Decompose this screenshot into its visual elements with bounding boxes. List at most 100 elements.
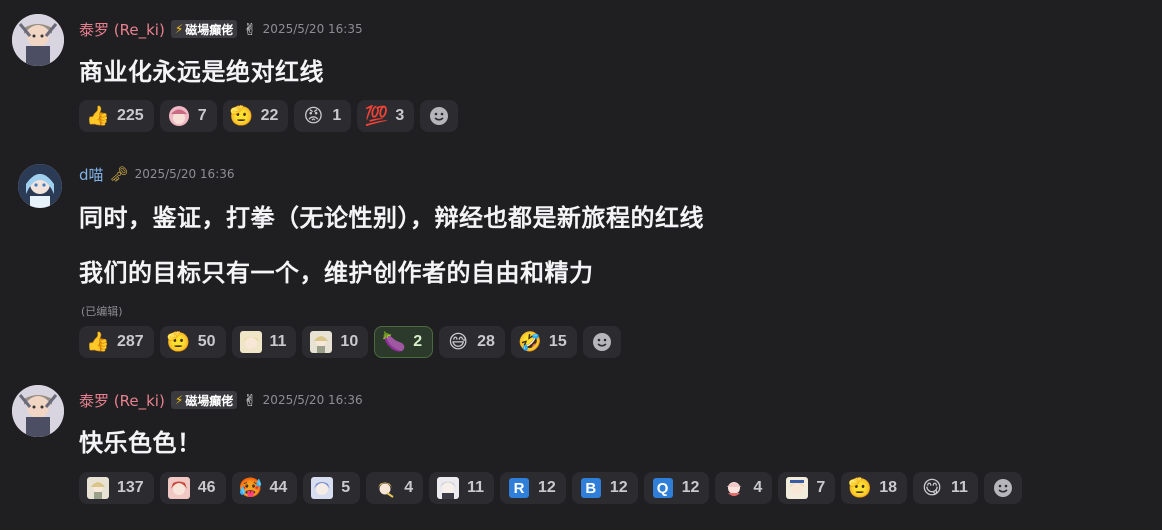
thumbs-up-icon: 👍	[86, 104, 110, 127]
reaction-saluting-face[interactable]: 🫡 50	[159, 326, 226, 358]
reaction-count: 12	[681, 479, 700, 496]
letter-r-tile: R	[509, 478, 530, 498]
reaction-count: 10	[340, 333, 359, 350]
grinning-sweat-icon: 😅	[448, 330, 469, 353]
reaction-custom-blonde-character[interactable]: 4	[366, 472, 424, 504]
reaction-count: 3	[395, 107, 405, 124]
reaction-count: 7	[816, 479, 826, 496]
message-text: 商业化永远是绝对红线	[79, 58, 324, 86]
custom-emoji-blonde-character-icon	[786, 477, 809, 499]
letter-b-tile: B	[580, 478, 601, 498]
yum-face-icon: 😋	[922, 476, 942, 499]
hand-icon: ✌	[243, 390, 257, 410]
reaction-count: 44	[269, 479, 288, 496]
reaction-custom-chibi-character[interactable]: 137	[79, 472, 154, 504]
reaction-custom-white-character[interactable]: 11	[429, 472, 495, 504]
avatar[interactable]	[12, 385, 64, 437]
reaction-count: 5	[341, 479, 351, 496]
reaction-count: 287	[117, 333, 144, 350]
reaction-rolling-laughing[interactable]: 🤣 15	[510, 326, 577, 358]
reaction-saluting-face[interactable]: 🫡 18	[841, 472, 908, 504]
custom-emoji-blonde-character-icon	[374, 477, 397, 499]
reaction-custom-blonde-character[interactable]: 7	[778, 472, 836, 504]
username[interactable]: d喵	[79, 164, 104, 185]
reaction-custom-red-character[interactable]: 46	[159, 472, 226, 504]
timestamp: 2025/5/20 16:36	[134, 167, 235, 181]
eggplant-icon: 🍆	[382, 330, 407, 353]
add-reaction-button[interactable]	[983, 472, 1022, 504]
reaction-letter-b[interactable]: B 12	[571, 472, 638, 504]
message-text: 快乐色色！	[79, 429, 202, 457]
lightning-icon: ⚡	[174, 22, 184, 36]
letter-r-icon: R	[508, 477, 530, 499]
message-header: 泰罗 (Re_ki) ⚡ 磁場癲佬 ✌ 2025/5/20 16:36	[79, 389, 363, 411]
reaction-count: 1	[332, 107, 342, 124]
smiley-add-icon	[992, 477, 1014, 499]
reaction-count: 28	[477, 333, 495, 350]
reaction-count: 4	[753, 479, 763, 496]
user-badge: ⚡ 磁場癲佬	[170, 391, 238, 409]
reaction-count: 2	[413, 333, 423, 350]
letter-b-icon: B	[580, 477, 602, 499]
reaction-custom-pink-character[interactable]: 7	[159, 100, 217, 132]
custom-emoji-chibi-character-icon	[310, 331, 333, 353]
username[interactable]: 泰罗 (Re_ki)	[79, 19, 165, 40]
reaction-count: 18	[879, 479, 898, 496]
letter-q-tile: Q	[652, 478, 673, 498]
reaction-custom-chibi-character[interactable]: 10	[302, 326, 369, 358]
saluting-face-icon: 🫡	[848, 476, 873, 499]
reaction-count: 4	[404, 479, 414, 496]
reaction-hundred-points[interactable]: 💯 3	[357, 100, 415, 132]
reaction-saluting-face[interactable]: 🫡 22	[222, 100, 289, 132]
saluting-face-icon: 🫡	[166, 330, 191, 353]
reaction-thumbs-up[interactable]: 👍 287	[79, 326, 154, 358]
reaction-custom-blonde-character[interactable]: 11	[231, 326, 297, 358]
reaction-yum-face[interactable]: 😋 11	[913, 472, 978, 504]
reaction-count: 50	[197, 333, 216, 350]
custom-emoji-blue-hair-character-icon	[311, 477, 334, 499]
message-header: d喵 🗝 2025/5/20 16:36	[79, 163, 235, 185]
reaction-count: 7	[197, 107, 207, 124]
hot-face-icon: 🥵	[238, 476, 263, 499]
username[interactable]: 泰罗 (Re_ki)	[79, 390, 165, 411]
saluting-face-icon: 🫡	[229, 104, 254, 127]
key-icon: 🗝	[109, 165, 129, 183]
reaction-letter-r[interactable]: R 12	[500, 472, 566, 504]
avatar[interactable]	[18, 164, 62, 208]
rolling-laughing-icon: 🤣	[518, 330, 542, 353]
custom-emoji-chibi-character-icon	[87, 477, 109, 499]
reaction-angry-face[interactable]: 😡 1	[294, 100, 352, 132]
avatar[interactable]	[12, 14, 64, 66]
timestamp: 2025/5/20 16:35	[262, 22, 363, 36]
reaction-count: 11	[951, 479, 968, 496]
reaction-bar: 👍 225 7 🫡 22 😡 1 💯 3	[79, 100, 459, 132]
reaction-letter-q[interactable]: Q 12	[643, 472, 710, 504]
letter-q-icon: Q	[652, 477, 674, 499]
message-feed: 泰罗 (Re_ki) ⚡ 磁場癲佬 ✌ 2025/5/20 16:35 商业化永…	[0, 0, 1162, 530]
reaction-count: 11	[269, 333, 287, 350]
badge-label: 磁場癲佬	[185, 393, 234, 408]
badge-label: 磁場癲佬	[185, 22, 234, 37]
reaction-eggplant[interactable]: 🍆 2	[374, 326, 434, 358]
message-text: 同时，鉴证，打拳（无论性别），辩经也都是新旅程的红线	[79, 204, 704, 232]
reaction-grinning-sweat[interactable]: 😅 28	[439, 326, 505, 358]
reaction-custom-girl-character[interactable]: 4	[715, 472, 773, 504]
reaction-count: 11	[467, 479, 485, 496]
hand-icon: ✌	[243, 19, 257, 39]
custom-emoji-girl-character-icon	[723, 477, 746, 499]
reaction-custom-blue-hair-character[interactable]: 5	[303, 472, 361, 504]
reaction-count: 22	[260, 107, 279, 124]
reaction-count: 46	[197, 479, 216, 496]
edited-label: (已编辑)	[81, 305, 123, 318]
reaction-thumbs-up[interactable]: 👍 225	[79, 100, 154, 132]
reaction-count: 137	[117, 479, 144, 496]
reaction-hot-face[interactable]: 🥵 44	[231, 472, 298, 504]
thumbs-up-icon: 👍	[86, 330, 110, 353]
add-reaction-button[interactable]	[420, 100, 459, 132]
add-reaction-button[interactable]	[582, 326, 621, 358]
reaction-count: 12	[609, 479, 628, 496]
user-badge: ⚡ 磁場癲佬	[170, 20, 238, 38]
reaction-count: 12	[538, 479, 556, 496]
smiley-add-icon	[428, 105, 450, 127]
custom-emoji-white-character-icon	[437, 477, 460, 499]
